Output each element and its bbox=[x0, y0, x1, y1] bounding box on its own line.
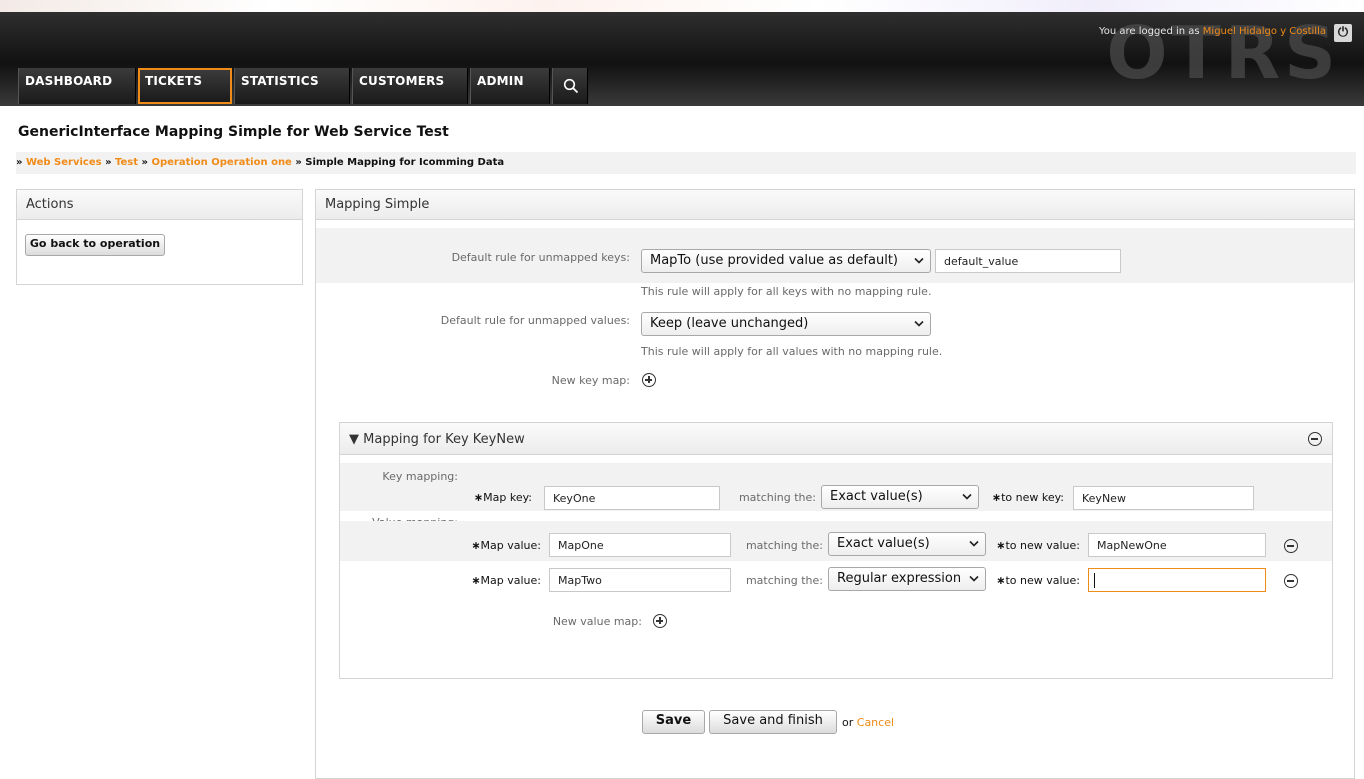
new-key-input[interactable]: KeyNew bbox=[1073, 486, 1254, 510]
breadcrumb-separator: » bbox=[141, 157, 148, 168]
breadcrumb-separator: » bbox=[16, 157, 23, 168]
value-matching-label: matching the: bbox=[745, 574, 823, 587]
nav-search[interactable] bbox=[552, 68, 588, 104]
nav-statistics[interactable]: STATISTICS bbox=[234, 68, 350, 104]
breadcrumb-current: Simple Mapping for Icomming Data bbox=[305, 157, 505, 168]
default-values-hint: This rule will apply for all values with… bbox=[641, 345, 943, 358]
map-key-label: ∗Map key: bbox=[340, 491, 532, 504]
value-match-select[interactable]: Exact value(s) bbox=[828, 532, 986, 556]
breadcrumb-separator: » bbox=[105, 157, 112, 168]
default-values-label: Default rule for unmapped values: bbox=[440, 314, 630, 327]
map-key-label-text: Map key: bbox=[483, 491, 532, 504]
map-value-label-text: Map value: bbox=[480, 574, 541, 587]
key-match-select[interactable]: Exact value(s) bbox=[821, 485, 979, 509]
default-values-select[interactable]: Keep (leave unchanged) bbox=[641, 312, 931, 336]
nav-customers[interactable]: CUSTOMERS bbox=[352, 68, 468, 104]
breadcrumb-separator: » bbox=[295, 157, 302, 168]
key-match-select-value: Exact value(s) bbox=[830, 489, 923, 504]
new-value-map-label: New value map: bbox=[552, 615, 642, 628]
to-new-key-label: ∗to new key: bbox=[970, 491, 1064, 504]
to-new-value-label: ∗to new value: bbox=[976, 574, 1080, 587]
login-info: You are logged in as Miguel Hidalgo y Co… bbox=[1099, 26, 1326, 37]
app-header: OTRS You are logged in as Miguel Hidalgo… bbox=[0, 12, 1364, 106]
otrs-logo: OTRS bbox=[1106, 11, 1340, 95]
key-map-box: ▼ Mapping for Key KeyNew Key mapping: ∗M… bbox=[339, 422, 1333, 679]
required-mark: ∗ bbox=[471, 574, 481, 587]
required-mark: ∗ bbox=[991, 491, 1002, 504]
search-icon bbox=[563, 78, 579, 94]
new-key-map-label: New key map: bbox=[551, 374, 630, 387]
default-keys-select[interactable]: MapTo (use provided value as default) bbox=[641, 249, 931, 273]
to-new-value-label-text: to new value: bbox=[1005, 539, 1080, 552]
remove-value-map-icon[interactable] bbox=[1284, 539, 1298, 553]
value-match-select-value: Regular expression bbox=[837, 571, 962, 586]
collapse-toggle-icon[interactable]: ▼ bbox=[349, 432, 359, 447]
default-keys-hint: This rule will apply for all keys with n… bbox=[641, 285, 932, 298]
page-title: GenericInterface Mapping Simple for Web … bbox=[18, 124, 449, 140]
actions-title: Actions bbox=[17, 190, 302, 220]
to-new-value-label-text: to new value: bbox=[1005, 574, 1080, 587]
default-keys-select-value: MapTo (use provided value as default) bbox=[650, 253, 898, 268]
map-key-input[interactable]: KeyOne bbox=[544, 486, 720, 510]
actions-box: Actions Go back to operation bbox=[16, 189, 303, 285]
login-prefix: You are logged in as bbox=[1098, 26, 1200, 37]
text-caret bbox=[1094, 573, 1095, 588]
nav-admin[interactable]: ADMIN bbox=[470, 68, 550, 104]
default-keys-label: Default rule for unmapped keys: bbox=[451, 251, 630, 264]
map-value-input[interactable]: MapOne bbox=[549, 533, 731, 557]
add-value-map-icon[interactable] bbox=[653, 614, 667, 628]
to-new-value-label: ∗to new value: bbox=[976, 539, 1080, 552]
chevron-down-icon bbox=[914, 257, 924, 264]
default-values-select-value: Keep (leave unchanged) bbox=[650, 316, 809, 331]
mapping-simple-title: Mapping Simple bbox=[316, 190, 1354, 220]
power-icon[interactable]: ⏻ bbox=[1334, 24, 1352, 42]
or-text: or bbox=[842, 716, 854, 729]
breadcrumb-test[interactable]: Test bbox=[115, 157, 138, 168]
breadcrumb: » Web Services » Test » Operation Operat… bbox=[16, 152, 1356, 174]
add-key-map-icon[interactable] bbox=[642, 373, 656, 387]
map-value-label: ∗Map value: bbox=[340, 539, 541, 552]
map-value-label-text: Map value: bbox=[480, 539, 541, 552]
map-value-input[interactable]: MapTwo bbox=[549, 568, 731, 592]
mapping-simple-box: Mapping Simple Default rule for unmapped… bbox=[315, 189, 1355, 779]
to-new-key-label-text: to new key: bbox=[1001, 491, 1064, 504]
value-match-select[interactable]: Regular expression bbox=[828, 567, 986, 591]
remove-value-map-icon[interactable] bbox=[1284, 574, 1298, 588]
or-cancel: or Cancel bbox=[842, 716, 894, 729]
remove-key-map-icon[interactable] bbox=[1308, 432, 1322, 446]
breadcrumb-web-services[interactable]: Web Services bbox=[26, 157, 102, 168]
value-matching-label: matching the: bbox=[745, 539, 823, 552]
key-map-title: Mapping for Key KeyNew bbox=[363, 432, 525, 447]
new-value-input-focused[interactable] bbox=[1088, 568, 1266, 592]
key-map-header[interactable]: ▼ Mapping for Key KeyNew bbox=[340, 423, 1332, 455]
save-and-finish-button[interactable]: Save and finish bbox=[709, 710, 837, 734]
user-name-link[interactable]: Miguel Hidalgo y Costilla bbox=[1203, 26, 1326, 37]
nav-tickets[interactable]: TICKETS bbox=[138, 68, 232, 104]
required-mark: ∗ bbox=[471, 539, 481, 552]
default-value-input[interactable]: default_value bbox=[935, 249, 1121, 273]
value-match-select-value: Exact value(s) bbox=[837, 536, 930, 551]
save-button[interactable]: Save bbox=[642, 710, 705, 734]
new-value-input[interactable]: MapNewOne bbox=[1088, 533, 1266, 557]
nav-dashboard[interactable]: DASHBOARD bbox=[18, 68, 136, 104]
map-value-label: ∗Map value: bbox=[340, 574, 541, 587]
required-mark: ∗ bbox=[473, 491, 484, 504]
cancel-link[interactable]: Cancel bbox=[857, 716, 894, 729]
key-matching-label: matching the: bbox=[738, 491, 816, 504]
chevron-down-icon bbox=[914, 320, 924, 327]
breadcrumb-operation[interactable]: Operation Operation one bbox=[151, 157, 291, 168]
go-back-button[interactable]: Go back to operation bbox=[25, 234, 165, 256]
key-mapping-section-label: Key mapping: bbox=[382, 470, 458, 483]
